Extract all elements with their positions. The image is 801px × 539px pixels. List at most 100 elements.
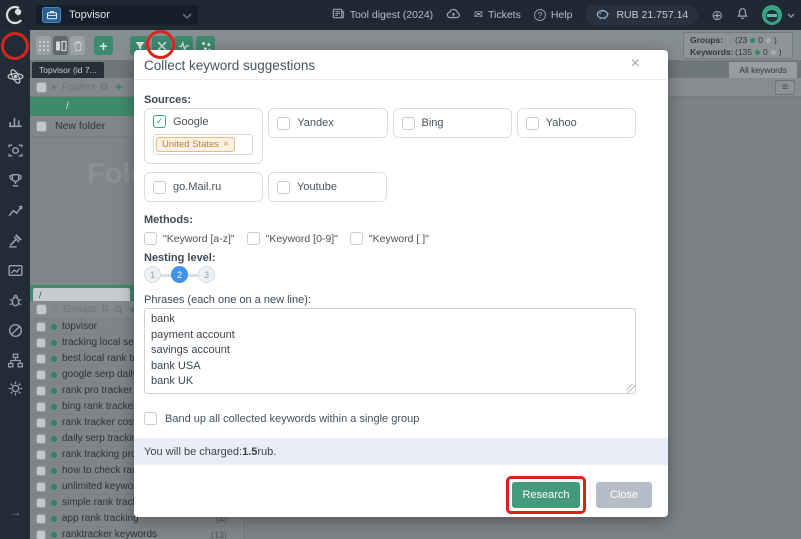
folder-checkbox[interactable] [36,120,47,132]
competitors-trophy-icon[interactable] [7,172,24,189]
select-all-folders-checkbox[interactable] [36,81,47,93]
group-checkbox[interactable] [36,385,46,396]
select-all-groups-checkbox[interactable] [36,304,47,315]
sources-row-1: ✓ Google United States × Yandex Bing Yah… [144,108,636,164]
group-row[interactable]: ranktracker keywords (13) [30,527,244,539]
method-brackets: "Keyword [ ]" [349,232,429,245]
group-checkbox[interactable] [36,417,46,428]
user-menu[interactable] [762,5,795,25]
source-card-yandex: Yandex [268,108,388,138]
method-brackets-checkbox[interactable] [349,232,363,245]
group-status-dot [51,483,57,490]
yahoo-checkbox[interactable] [525,116,539,130]
topvisor-logo-icon[interactable] [4,4,26,26]
snapshots-icon[interactable] [7,142,24,159]
view-columns-button[interactable] [53,36,68,55]
group-checkbox[interactable] [36,449,46,460]
remove-tag-icon[interactable]: × [223,139,229,150]
balance-amount: RUB 21.757.14 [616,9,689,21]
tool-digest-link[interactable]: Tool digest (2024) [332,7,433,23]
group-checkbox[interactable] [36,321,46,332]
disavow-links-icon[interactable] [7,322,24,339]
notifications-bell-icon[interactable] [736,7,749,23]
gomailru-checkbox[interactable] [153,180,166,194]
project-structure-icon[interactable] [7,352,24,369]
group-checkbox[interactable] [36,529,46,539]
method-09-checkbox[interactable] [246,232,260,245]
group-status-dot [51,451,57,458]
balance-display[interactable]: RUB 21.757.14 [585,5,699,25]
group-checkbox[interactable] [36,497,46,508]
phrases-textarea[interactable]: bank payment account savings account ban… [144,308,636,394]
method-az-checkbox[interactable] [144,232,157,245]
keyword-research-icon[interactable] [7,68,24,85]
methods-label: Methods: [144,214,193,226]
google-region-input[interactable]: United States × [153,134,253,155]
group-status-dot [51,323,57,330]
nesting-stop-2[interactable]: 2 [171,266,188,283]
rank-chart-icon[interactable] [7,112,24,129]
envelope-icon: ✉ [474,8,483,21]
nesting-level-slider[interactable]: 1 2 3 [144,266,224,284]
trends-icon[interactable] [7,202,24,219]
youtube-checkbox[interactable] [277,180,290,194]
google-checkbox[interactable]: ✓ [153,115,166,128]
bids-gavel-icon[interactable] [7,232,24,249]
charge-amount: 1.5 [242,445,258,458]
band-up-checkbox[interactable] [144,412,157,425]
group-status-dot [51,499,57,506]
group-checkbox[interactable] [36,369,46,380]
group-checkbox[interactable] [36,481,46,492]
ads-banner-icon[interactable] [7,262,24,279]
settings-gear-icon[interactable] [7,380,24,397]
add-funds-icon[interactable]: ⊕ [711,8,723,22]
group-status-dot [51,403,57,410]
digest-icon [332,7,345,23]
group-status-dot [51,419,57,426]
search-icon[interactable] [100,82,110,92]
group-checkbox[interactable] [36,401,46,412]
tickets-link[interactable]: ✉ Tickets [474,9,521,21]
yandex-checkbox[interactable] [277,116,291,130]
site-audit-bug-icon[interactable] [7,292,24,309]
nesting-stop-1[interactable]: 1 [144,266,161,283]
group-status-dot [51,355,57,362]
methods-row: "Keyword [a-z]" "Keyword [0-9]" "Keyword… [144,232,429,245]
research-button[interactable]: Research [512,482,580,508]
source-card-bing: Bing [392,108,512,138]
group-checkbox[interactable] [36,353,46,364]
active-dot-icon [755,49,761,55]
bing-checkbox[interactable] [401,116,415,130]
nesting-stop-3[interactable]: 3 [198,266,215,283]
nesting-level-label: Nesting level: [144,252,216,264]
group-checkbox[interactable] [36,513,46,524]
group-keyword-count: (13) [210,529,227,539]
add-folder-icon[interactable]: + [115,80,122,94]
sources-label: Sources: [144,94,192,106]
add-keyword-button[interactable]: + [94,36,113,55]
sort-icon[interactable]: ⇅ [101,304,109,315]
project-tab[interactable]: Topvisor (id 7... [32,62,104,78]
help-link[interactable]: ? Help [533,9,572,21]
group-checkbox[interactable] [36,433,46,444]
group-checkbox[interactable] [36,465,46,476]
updates-cloud-button[interactable] [446,8,461,22]
all-keywords-tab[interactable]: All keywords [729,62,797,78]
external-link-icon[interactable]: ↗ [7,535,24,539]
view-grid-button[interactable] [36,36,51,55]
project-selector[interactable]: Topvisor [36,5,198,25]
avatar-caret-icon [787,13,795,18]
group-checkbox[interactable] [36,337,46,348]
close-button[interactable]: Close [596,482,652,508]
collapse-sidebar-icon[interactable]: → [7,505,24,522]
search-icon[interactable] [114,305,124,315]
active-dot-icon [750,37,756,43]
table-menu-icon[interactable]: ≡ [775,80,795,95]
counts-summary: Groups: (23 0 ) Keywords: (135 0 ) [683,32,793,59]
delete-button[interactable] [70,36,85,55]
source-card-youtube: Youtube [268,172,387,202]
source-card-yahoo: Yahoo [516,108,636,138]
current-folder-tab[interactable]: / [33,288,130,301]
modal-close-icon[interactable]: × [631,55,640,73]
caret-right-icon[interactable]: ▸ [52,82,57,93]
